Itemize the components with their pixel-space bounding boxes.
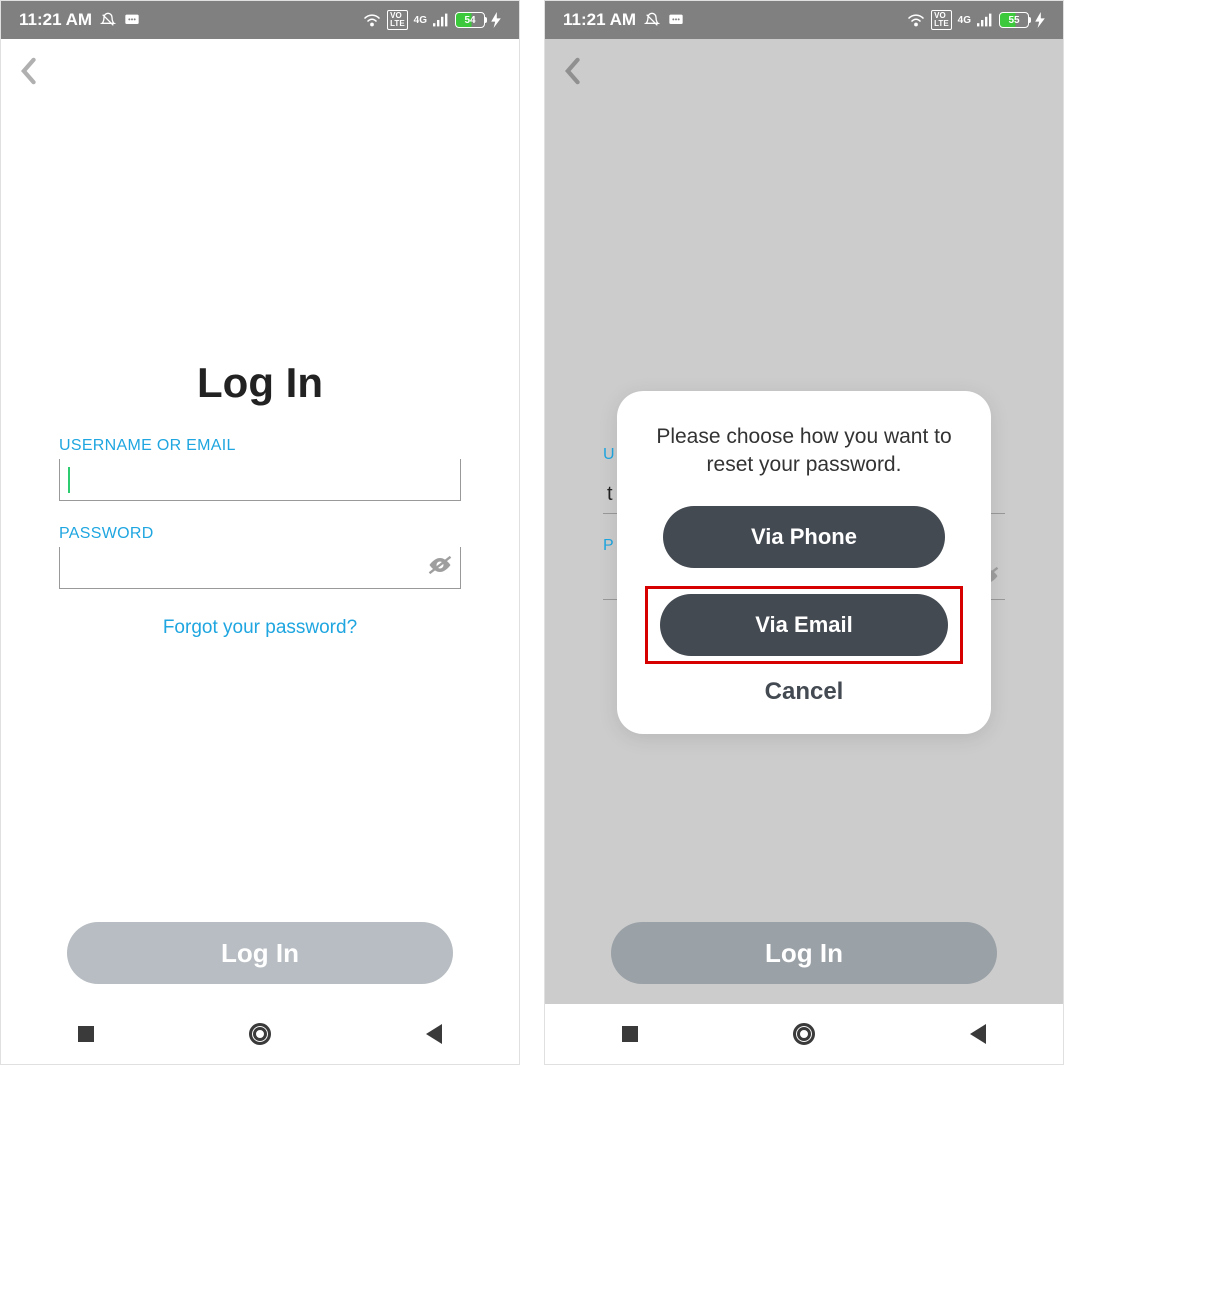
charging-icon (1035, 12, 1045, 28)
forgot-password-link[interactable]: Forgot your password? (59, 617, 461, 639)
charging-icon (491, 12, 501, 28)
modal-message: Please choose how you want to reset your… (645, 423, 963, 480)
back-button[interactable] (563, 57, 581, 92)
battery-icon: 54 (455, 12, 485, 28)
eye-off-icon[interactable] (426, 554, 454, 581)
nav-back-button[interactable] (970, 1024, 986, 1044)
login-button[interactable]: Log In (611, 922, 997, 984)
status-right: VOLTE 4G 55 (907, 10, 1045, 30)
network-label: 4G (414, 15, 427, 26)
username-value-peek: t (607, 483, 613, 506)
password-label: PASSWORD (59, 525, 461, 543)
back-button[interactable] (19, 57, 37, 92)
status-left: 11:21 AM (19, 10, 140, 30)
status-right: VOLTE 4G 54 (363, 10, 501, 30)
nav-back-button[interactable] (426, 1024, 442, 1044)
status-time: 11:21 AM (563, 10, 636, 30)
status-bar: 11:21 AM VOLTE 4G 54 (1, 1, 519, 39)
content-area-dimmed: U t P Please choose how you want to rese… (545, 39, 1063, 1004)
nav-recent-button[interactable] (622, 1026, 638, 1042)
mute-icon (100, 12, 116, 28)
signal-icon (433, 13, 449, 27)
content-area: Log In USERNAME OR EMAIL PASSWORD Forgot… (1, 39, 519, 1004)
via-phone-button[interactable]: Via Phone (663, 506, 945, 568)
username-label-peek: U (603, 446, 615, 464)
username-label: USERNAME OR EMAIL (59, 437, 461, 455)
volte-icon: VOLTE (387, 10, 408, 30)
phone-screen-right: 11:21 AM VOLTE 4G 55 U (544, 0, 1064, 1065)
mute-icon (644, 12, 660, 28)
login-button[interactable]: Log In (67, 922, 453, 984)
wifi-icon (363, 13, 381, 27)
login-form: USERNAME OR EMAIL PASSWORD Forgot your p… (21, 437, 499, 639)
nav-bar (1, 1004, 519, 1064)
network-label: 4G (958, 15, 971, 26)
password-input[interactable] (59, 547, 461, 589)
nav-recent-button[interactable] (78, 1026, 94, 1042)
page-title: Log In (21, 359, 499, 407)
sms-icon (668, 13, 684, 27)
sms-icon (124, 13, 140, 27)
status-bar: 11:21 AM VOLTE 4G 55 (545, 1, 1063, 39)
status-left: 11:21 AM (563, 10, 684, 30)
nav-bar (545, 1004, 1063, 1064)
wifi-icon (907, 13, 925, 27)
battery-icon: 55 (999, 12, 1029, 28)
via-email-button[interactable]: Via Email (660, 594, 948, 656)
password-label-peek: P (603, 537, 614, 555)
highlighted-annotation: Via Email (645, 586, 963, 664)
volte-icon: VOLTE (931, 10, 952, 30)
nav-home-button[interactable] (793, 1023, 815, 1045)
reset-password-modal: Please choose how you want to reset your… (617, 391, 991, 734)
status-time: 11:21 AM (19, 10, 92, 30)
cancel-button[interactable]: Cancel (645, 678, 963, 706)
phone-screen-left: 11:21 AM VOLTE 4G 54 Lo (0, 0, 520, 1065)
signal-icon (977, 13, 993, 27)
nav-home-button[interactable] (249, 1023, 271, 1045)
text-cursor (68, 467, 70, 493)
username-input[interactable] (59, 459, 461, 501)
